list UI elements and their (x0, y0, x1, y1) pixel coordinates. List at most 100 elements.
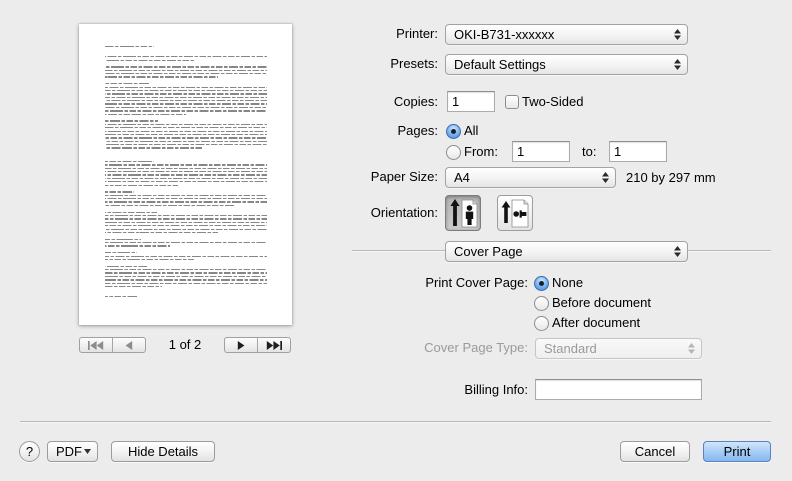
preview-text-line (105, 252, 137, 254)
paper-size-value: A4 (454, 170, 470, 185)
preview-text-line (105, 171, 267, 173)
print-cover-page-label: Print Cover Page: (425, 275, 528, 290)
preview-text-line (105, 174, 267, 176)
printer-value: OKI-B731-xxxxxx (454, 27, 555, 42)
preview-text-line (105, 113, 186, 115)
preview-text-line (105, 100, 267, 102)
preview-text-line (105, 285, 162, 288)
first-page-icon (88, 340, 104, 350)
last-page-button[interactable] (257, 338, 290, 352)
section-divider-right (688, 250, 771, 251)
preview-text-line (105, 133, 267, 136)
preview-nav-forward (224, 337, 291, 353)
preview-text-line (105, 59, 194, 61)
preview-text-line (105, 272, 267, 274)
preview-text-line (105, 160, 154, 163)
portrait-button[interactable] (445, 195, 481, 231)
previous-page-button[interactable] (112, 338, 145, 352)
preview-text-line (105, 120, 158, 122)
landscape-button[interactable] (497, 195, 533, 231)
preview-text-line (105, 265, 147, 267)
pages-all-radio[interactable] (446, 124, 461, 139)
cover-after-label[interactable]: After document (552, 313, 640, 333)
cover-before-radio[interactable] (534, 296, 549, 311)
preview-text-line (105, 181, 267, 183)
preview-text-line (105, 191, 134, 193)
presets-popup[interactable]: Default Settings (445, 54, 688, 75)
page-preview (79, 24, 292, 325)
page-indicator: 1 of 2 (168, 337, 202, 352)
preview-text-line (105, 177, 267, 180)
cover-page-type-value: Standard (544, 341, 597, 356)
settings-section-popup[interactable]: Cover Page (445, 241, 688, 262)
next-page-icon (237, 340, 245, 350)
pdf-menu-button[interactable]: PDF (47, 441, 98, 462)
updown-arrows-icon (602, 172, 609, 183)
settings-section-value: Cover Page (454, 244, 523, 259)
preview-text-line (105, 147, 202, 149)
preview-text-line (105, 269, 267, 271)
print-button[interactable]: Print (703, 441, 771, 462)
copies-field[interactable] (447, 91, 495, 112)
preview-text-line (105, 211, 157, 213)
preview-nav-back (79, 337, 146, 353)
cover-none-label[interactable]: None (552, 273, 583, 293)
preview-text-line (105, 221, 267, 224)
preview-text-line (105, 231, 218, 234)
updown-arrows-icon (674, 246, 681, 257)
pages-to-field[interactable] (609, 141, 667, 162)
footer-divider (20, 421, 771, 422)
preview-text-line (105, 201, 267, 203)
printer-popup[interactable]: OKI-B731-xxxxxx (445, 24, 688, 45)
preview-text-line (105, 110, 267, 112)
hide-details-button[interactable]: Hide Details (111, 441, 215, 462)
preview-text (79, 24, 292, 325)
preview-text-line (105, 218, 267, 220)
cover-after-radio[interactable] (534, 316, 549, 331)
preview-text-line (105, 279, 267, 281)
first-page-button[interactable] (80, 338, 112, 352)
pages-from-field[interactable] (512, 141, 570, 162)
cancel-button[interactable]: Cancel (620, 441, 690, 462)
preview-text-line (105, 238, 141, 240)
paper-size-popup[interactable]: A4 (445, 167, 616, 188)
pages-from-radio[interactable] (446, 145, 461, 160)
copies-label: Copies: (393, 94, 438, 109)
preview-text-line (105, 103, 267, 105)
orientation-label: Orientation: (370, 205, 438, 220)
preview-text-line (105, 144, 267, 146)
two-sided-checkbox[interactable] (505, 95, 519, 109)
cover-before-label[interactable]: Before document (552, 293, 651, 313)
last-page-icon (266, 340, 282, 350)
preview-text-line (105, 66, 267, 68)
presets-label: Presets: (390, 56, 438, 71)
preview-text-line (105, 167, 267, 169)
preview-text-line (105, 296, 137, 298)
preview-text-line (105, 96, 267, 98)
cover-page-type-label: Cover Page Type: (424, 340, 528, 355)
preview-text-line (105, 56, 267, 58)
paper-dimensions: 210 by 297 mm (626, 170, 716, 185)
portrait-orientation-icon (450, 199, 478, 228)
next-page-button[interactable] (225, 338, 257, 352)
preview-text-line (105, 46, 154, 48)
preview-text-line (105, 255, 267, 257)
pages-label: Pages: (397, 123, 438, 138)
cover-none-radio[interactable] (534, 276, 549, 291)
billing-info-field[interactable] (535, 379, 702, 400)
pages-all-label[interactable]: All (464, 121, 478, 141)
two-sided-label[interactable]: Two-Sided (522, 92, 583, 112)
help-button[interactable]: ? (19, 441, 40, 462)
updown-arrows-icon (688, 343, 695, 354)
preview-text-line (105, 282, 267, 284)
preview-text-line (105, 194, 267, 197)
previous-page-icon (125, 340, 133, 350)
billing-info-label: Billing Info: (464, 382, 528, 397)
preview-text-line (105, 242, 267, 244)
chevron-down-icon (84, 449, 91, 454)
preview-text-line (105, 215, 267, 217)
preview-text-line (105, 123, 267, 126)
print-dialog: 1 of 2 Printer: OKI-B731-xxxxxx Presets:… (0, 0, 792, 481)
pages-from-label[interactable]: From: (464, 142, 498, 162)
pdf-label: PDF (56, 444, 82, 459)
